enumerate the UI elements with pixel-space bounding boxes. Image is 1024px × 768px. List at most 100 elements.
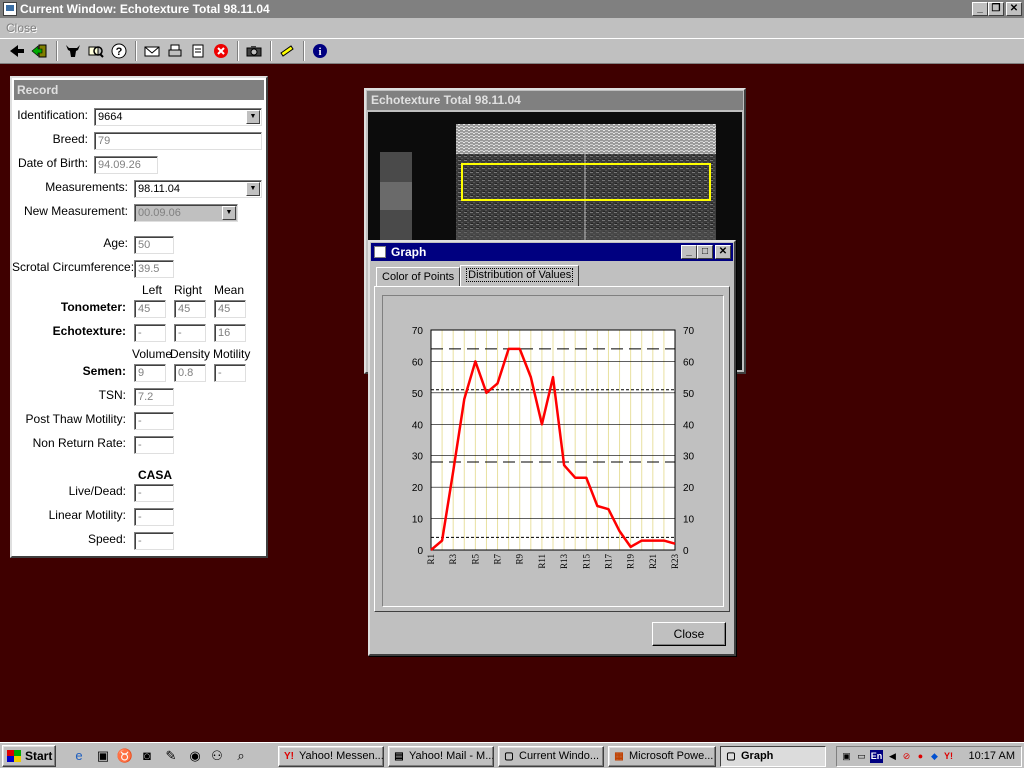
tonometer-mean-field[interactable]: 45 <box>214 300 246 318</box>
toolbar-separator <box>56 41 58 61</box>
y-tick-label-left: 30 <box>412 452 424 463</box>
tray-blue-icon[interactable]: ◆ <box>928 750 941 763</box>
network-icon[interactable]: ⚇ <box>208 747 226 765</box>
tab-distribution-of-values[interactable]: Distribution of Values <box>460 265 580 286</box>
non-return-field[interactable]: - <box>134 436 174 454</box>
breed-field[interactable]: 79 <box>94 132 262 150</box>
identification-label: Identification: <box>17 108 88 122</box>
x-tick-label: R5 <box>470 554 480 565</box>
exit-icon[interactable] <box>29 40 51 62</box>
channel-icon[interactable]: ◙ <box>138 747 156 765</box>
chevron-down-icon[interactable]: ▼ <box>222 206 236 220</box>
x-tick-label: R17 <box>603 554 613 570</box>
semen-density-field[interactable]: 0.8 <box>174 364 206 382</box>
tab-color-of-points[interactable]: Color of Points <box>376 267 461 286</box>
volume-icon[interactable]: ◀ <box>886 750 899 763</box>
camera-icon[interactable] <box>243 40 265 62</box>
tsn-field[interactable]: 7.2 <box>134 388 174 406</box>
tab-panel: 0 0 10 10 20 20 30 30 40 40 50 50 60 60 70 70 R1 R3 R5 R7 R9… <box>374 286 730 612</box>
tonometer-right-field[interactable]: 45 <box>174 300 206 318</box>
bull-app-icon[interactable]: ♉ <box>116 747 134 765</box>
window-title: Current Window: Echotexture Total 98.11.… <box>20 2 270 16</box>
dob-field[interactable]: 94.09.26 <box>94 156 158 174</box>
menu-bar: Close <box>0 18 1024 38</box>
graph-minimize-button[interactable]: _ <box>681 245 697 259</box>
graph-task-icon: ▢ <box>726 751 736 762</box>
speed-field[interactable]: - <box>134 532 174 550</box>
help-icon[interactable]: ? <box>108 40 130 62</box>
semen-label: Semen: <box>82 364 126 378</box>
start-button[interactable]: Start <box>2 745 56 767</box>
svg-text:i: i <box>318 46 321 58</box>
disk-icon[interactable]: ◉ <box>186 747 204 765</box>
taskbar: Start e ▣ ♉ ◙ ✎ ◉ ⚇ ⌕ Y! Yahoo! Messen..… <box>0 742 1024 768</box>
close-window-button[interactable]: ✕ <box>1006 2 1022 16</box>
mail-icon[interactable] <box>141 40 163 62</box>
new-measurement-combo[interactable]: 00.09.06 ▼ <box>134 204 238 222</box>
toolbar-separator <box>303 41 305 61</box>
y-tick-label-left: 0 <box>417 546 423 557</box>
desktop-icon[interactable]: ▣ <box>94 747 112 765</box>
tray-red-icon[interactable]: ● <box>914 750 927 763</box>
edit-icon[interactable] <box>276 40 298 62</box>
notes-icon[interactable] <box>187 40 209 62</box>
close-button[interactable]: Close <box>652 622 726 646</box>
tray-no-icon[interactable]: ⊘ <box>900 750 913 763</box>
info-icon[interactable]: i <box>309 40 331 62</box>
semen-volume-field[interactable]: 9 <box>134 364 166 382</box>
y-tick-label-left: 20 <box>412 483 424 494</box>
menu-close[interactable]: Close <box>6 21 37 35</box>
main-title-bar: Current Window: Echotexture Total 98.11.… <box>0 0 1024 18</box>
graph-maximize-button[interactable]: □ <box>697 245 713 259</box>
measurements-combo[interactable]: 98.11.04 ▼ <box>134 180 262 198</box>
language-icon[interactable]: En <box>870 750 883 763</box>
write-icon[interactable]: ✎ <box>162 747 180 765</box>
find-icon[interactable]: ⌕ <box>232 747 250 765</box>
post-thaw-field[interactable]: - <box>134 412 174 430</box>
identification-combo[interactable]: 9664 ▼ <box>94 108 262 126</box>
graph-window-icon[interactable] <box>374 246 386 258</box>
back-icon[interactable] <box>6 40 28 62</box>
y-tick-label-left: 10 <box>412 515 424 526</box>
graph-close-x-button[interactable]: ✕ <box>715 245 731 259</box>
col-motility-header: Motility <box>213 347 251 361</box>
live-dead-label: Live/Dead: <box>68 484 126 498</box>
ie-icon[interactable]: e <box>70 747 88 765</box>
echotexture-mean-field[interactable]: 16 <box>214 324 246 342</box>
distribution-chart: 0 0 10 10 20 20 30 30 40 40 50 50 60 60 70 70 R1 R3 R5 R7 R9… <box>412 326 695 570</box>
tray-yahoo-icon[interactable]: Y! <box>942 750 955 763</box>
age-field[interactable]: 50 <box>134 236 174 254</box>
search-icon[interactable] <box>85 40 107 62</box>
x-tick-label: R23 <box>670 554 680 570</box>
semen-motility-field[interactable]: - <box>214 364 246 382</box>
minimize-button[interactable]: _ <box>972 2 988 16</box>
restore-button[interactable]: ❐ <box>988 2 1004 16</box>
tsn-label: TSN: <box>98 388 126 402</box>
tray-monitor-icon[interactable]: ▭ <box>855 750 868 763</box>
linear-motility-field[interactable]: - <box>134 508 174 526</box>
tray-app-icon[interactable]: ▣ <box>840 750 853 763</box>
task-microsoft-powerpoint[interactable]: ▦ Microsoft Powe... <box>608 746 716 767</box>
scrotal-field[interactable]: 39.5 <box>134 260 174 278</box>
record-title: Record <box>14 80 264 100</box>
y-tick-label-right: 70 <box>683 326 695 337</box>
live-dead-field[interactable]: - <box>134 484 174 502</box>
print-icon[interactable] <box>164 40 186 62</box>
echotexture-left-field[interactable]: - <box>134 324 166 342</box>
task-graph[interactable]: ▢ Graph <box>720 746 826 767</box>
bull-icon[interactable] <box>62 40 84 62</box>
delete-icon[interactable] <box>210 40 232 62</box>
browser-page-icon: ▤ <box>394 751 404 762</box>
x-tick-label: R7 <box>493 554 503 565</box>
echotexture-right-field[interactable]: - <box>174 324 206 342</box>
app-icon[interactable] <box>3 2 17 16</box>
task-yahoo-mail[interactable]: ▤ Yahoo! Mail - M... <box>388 746 494 767</box>
chevron-down-icon[interactable]: ▼ <box>246 110 260 124</box>
y-tick-label-right: 30 <box>683 452 695 463</box>
tonometer-left-field[interactable]: 45 <box>134 300 166 318</box>
task-yahoo-messenger[interactable]: Y! Yahoo! Messen... <box>278 746 384 767</box>
chevron-down-icon[interactable]: ▼ <box>246 182 260 196</box>
echotexture-label: Echotexture: <box>52 324 126 338</box>
chart-frame: 0 0 10 10 20 20 30 30 40 40 50 50 60 60 70 70 R1 R3 R5 R7 R9… <box>382 295 724 607</box>
task-current-window[interactable]: ▢ Current Windo... <box>498 746 604 767</box>
